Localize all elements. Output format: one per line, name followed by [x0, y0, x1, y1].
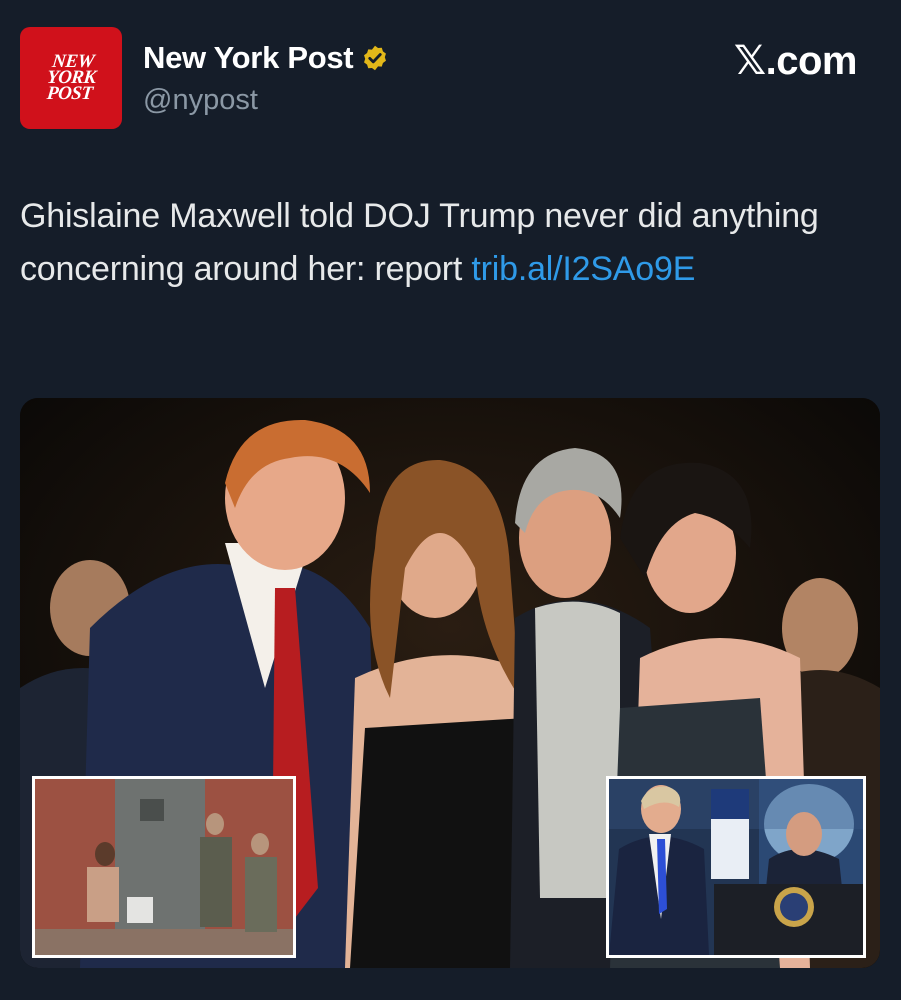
tweet-header: NEW YORK POST New York Post @nypost 𝕏.co…	[0, 0, 901, 150]
tweet-text: Ghislaine Maxwell told DOJ Trump never d…	[20, 190, 870, 296]
display-name[interactable]: New York Post	[143, 40, 354, 76]
account-handle[interactable]: @nypost	[143, 84, 258, 117]
avatar-logo-text: NEW YORK POST	[45, 51, 97, 104]
tweet-media-image[interactable]	[20, 398, 880, 968]
inset-photo-press-briefing	[606, 776, 866, 958]
x-com-label: 𝕏.com	[733, 39, 858, 83]
tweet-body: Ghislaine Maxwell told DOJ Trump never d…	[20, 197, 819, 288]
inset-photo-prison	[32, 776, 296, 958]
tweet-link[interactable]: trib.al/I2SAo9E	[471, 250, 695, 288]
name-row: New York Post	[143, 40, 389, 76]
verified-badge-icon	[364, 45, 387, 71]
avatar[interactable]: NEW YORK POST	[20, 27, 122, 129]
